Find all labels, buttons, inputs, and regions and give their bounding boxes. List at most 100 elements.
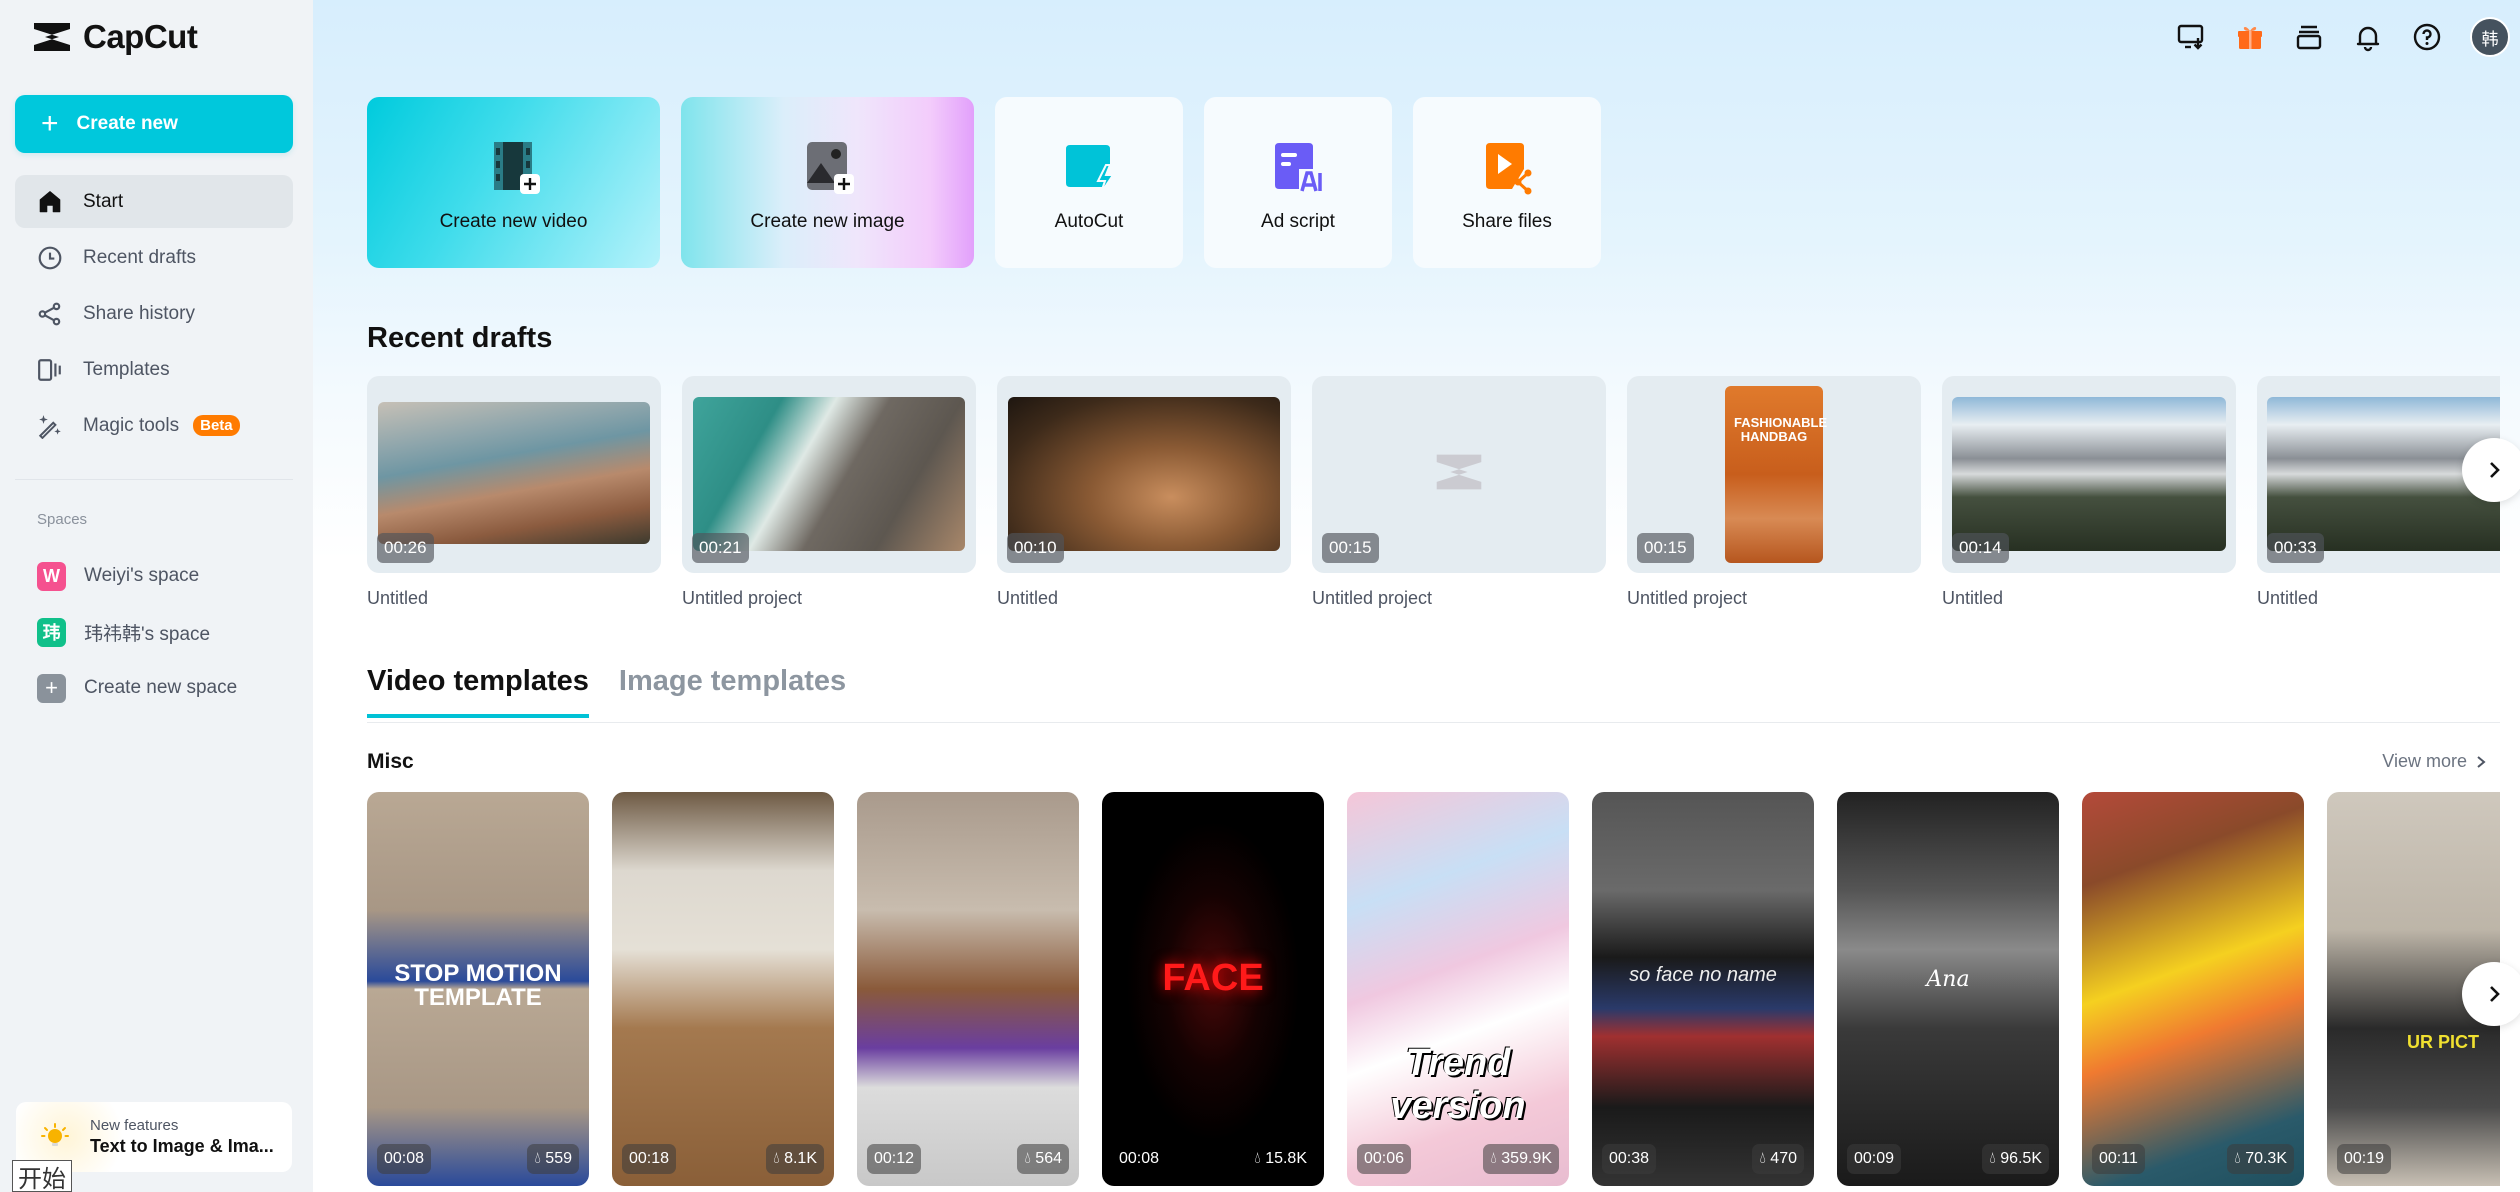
- template-duration: 00:38: [1602, 1144, 1657, 1174]
- film-plus-icon: [493, 141, 540, 194]
- capcut-logo-icon: [34, 23, 70, 51]
- template-uses: 💧︎ 559: [527, 1144, 579, 1174]
- draft-item[interactable]: 00:33 Untitled: [2257, 376, 2500, 609]
- space-item-second[interactable]: 玮 玮祎韩's space: [37, 604, 237, 660]
- clock-icon: [37, 245, 63, 271]
- lightbulb-icon: [41, 1123, 69, 1146]
- gift-icon[interactable]: [2234, 21, 2266, 53]
- draft-thumbnail-party-selfie: [1008, 397, 1280, 551]
- template-duration: 00:08: [1119, 1150, 1160, 1167]
- help-icon[interactable]: [2411, 21, 2443, 53]
- template-overlay-text: Ana: [1926, 967, 1970, 992]
- recent-drafts-carousel: 00:26 Untitled 00:21 Untitled project 00…: [367, 376, 2500, 616]
- user-avatar[interactable]: 韩: [2470, 17, 2510, 57]
- draft-item[interactable]: 00:21 Untitled project: [682, 376, 976, 609]
- sidebar-item-label: Start: [83, 190, 124, 212]
- draft-item[interactable]: 00:26 Untitled: [367, 376, 661, 609]
- template-duration: 00:18: [622, 1144, 677, 1174]
- draft-item[interactable]: FASHIONABLE HANDBAG 00:15 Untitled proje…: [1627, 376, 1921, 609]
- template-tabs: Video templates Image templates: [367, 665, 846, 718]
- bell-icon[interactable]: [2352, 21, 2384, 53]
- draft-duration: 00:10: [1007, 533, 1064, 563]
- create-new-label: Create new: [76, 113, 178, 134]
- draft-card[interactable]: 00:10: [997, 376, 1291, 573]
- inbox-icon[interactable]: [2293, 21, 2325, 53]
- draft-thumbnail-handbag: FASHIONABLE HANDBAG: [1725, 386, 1827, 563]
- sidebar-item-recent-drafts[interactable]: Recent drafts: [15, 231, 293, 284]
- uses-count: 8.1K: [784, 1150, 817, 1167]
- template-card[interactable]: so face no name 00:38 💧︎ 470: [1592, 792, 1814, 1186]
- draft-item[interactable]: 00:10 Untitled: [997, 376, 1291, 609]
- template-duration: 00:11: [2092, 1144, 2145, 1174]
- template-card[interactable]: STOP MOTION TEMPLATE 00:08 💧︎ 559: [367, 792, 589, 1186]
- ime-indicator: 开始: [12, 1160, 72, 1192]
- sidebar-item-magic-tools[interactable]: Magic tools Beta: [15, 399, 293, 452]
- tab-image-templates[interactable]: Image templates: [619, 665, 846, 718]
- draft-card[interactable]: 00:14: [1942, 376, 2236, 573]
- create-new-space-button[interactable]: + Create new space: [37, 660, 237, 716]
- sidebar-item-start[interactable]: Start: [15, 175, 293, 228]
- template-card[interactable]: FACE 00:08 💧︎ 15.8K: [1102, 792, 1324, 1186]
- space-label: 玮祎韩's space: [84, 623, 211, 645]
- create-new-button[interactable]: + Create new: [15, 95, 293, 153]
- draft-name: Untitled: [367, 588, 429, 608]
- share-files-card[interactable]: Share files: [1413, 97, 1601, 268]
- new-features-subtitle: New features: [90, 1117, 179, 1134]
- template-card[interactable]: Ana 00:09 💧︎ 96.5K: [1837, 792, 2059, 1186]
- beta-badge: Beta: [193, 415, 240, 436]
- draft-duration: 00:26: [377, 533, 434, 563]
- plus-icon: +: [37, 673, 66, 703]
- uses-count: 70.3K: [2245, 1150, 2287, 1167]
- download-desktop-icon[interactable]: [2175, 21, 2207, 53]
- draft-name: Untitled: [997, 588, 1059, 608]
- drafts-next-button[interactable]: [2462, 438, 2520, 502]
- space-item-weiyi[interactable]: W Weiyi's space: [37, 548, 237, 604]
- sidebar-item-share-history[interactable]: Share history: [15, 287, 293, 340]
- recent-drafts-title: Recent drafts: [367, 322, 553, 354]
- template-uses: 💧︎ 470: [1752, 1144, 1804, 1174]
- draft-item[interactable]: 00:14 Untitled: [1942, 376, 2236, 609]
- template-uses: 💧︎ 15.8K: [1254, 1150, 1307, 1167]
- template-overlay-text: FACE: [1162, 957, 1264, 999]
- templates-next-button[interactable]: [2462, 962, 2520, 1026]
- action-label: AutoCut: [1054, 210, 1124, 232]
- draft-item[interactable]: 00:15 Untitled project: [1312, 376, 1606, 609]
- template-card[interactable]: 00:18 💧︎ 8.1K: [612, 792, 834, 1186]
- template-card[interactable]: 00:12 💧︎ 564: [857, 792, 1079, 1186]
- tab-video-templates[interactable]: Video templates: [367, 665, 589, 718]
- create-new-video-card[interactable]: Create new video: [367, 97, 660, 268]
- draft-name: Untitled project: [682, 588, 803, 608]
- templates-icon: [37, 357, 63, 383]
- app-name: CapCut: [83, 18, 198, 55]
- misc-section-title: Misc: [367, 750, 414, 773]
- view-more-label: View more: [2382, 751, 2467, 771]
- template-card[interactable]: 00:11 💧︎ 70.3K: [2082, 792, 2304, 1186]
- sidebar-item-templates[interactable]: Templates: [15, 343, 293, 396]
- draft-thumbnail-ocean-waves: [693, 397, 965, 551]
- template-duration: 00:08: [377, 1144, 432, 1174]
- uses-count: 564: [1035, 1150, 1062, 1167]
- chevron-right-icon: [2490, 462, 2500, 478]
- sidebar-nav: Start Recent drafts Share history Templa…: [15, 175, 293, 455]
- autocut-card[interactable]: AutoCut: [995, 97, 1183, 268]
- draft-card[interactable]: FASHIONABLE HANDBAG 00:15: [1627, 376, 1921, 573]
- template-duration: 00:19: [2337, 1144, 2392, 1174]
- template-overlay-text: so face no name: [1629, 964, 1777, 986]
- space-label: Weiyi's space: [84, 565, 200, 586]
- sidebar-item-label: Share history: [83, 302, 195, 324]
- action-label: Create new image: [750, 210, 905, 232]
- share-files-icon: [1486, 142, 1532, 194]
- create-new-image-card[interactable]: Create new image: [681, 97, 974, 268]
- draft-duration: 00:21: [692, 533, 749, 563]
- template-duration: 00:06: [1357, 1144, 1412, 1174]
- capcut-logo[interactable]: CapCut: [31, 18, 198, 56]
- draft-card[interactable]: 00:26: [367, 376, 661, 573]
- template-card[interactable]: Trend version 00:06 💧︎ 359.9K: [1347, 792, 1569, 1186]
- template-uses: 💧︎ 96.5K: [1982, 1144, 2049, 1174]
- ad-script-ai-icon: [1275, 142, 1322, 191]
- home-icon: [37, 189, 63, 215]
- draft-card[interactable]: 00:21: [682, 376, 976, 573]
- view-more-link[interactable]: View more: [2382, 751, 2487, 772]
- ad-script-card[interactable]: Ad script: [1204, 97, 1392, 268]
- draft-card[interactable]: 00:15: [1312, 376, 1606, 573]
